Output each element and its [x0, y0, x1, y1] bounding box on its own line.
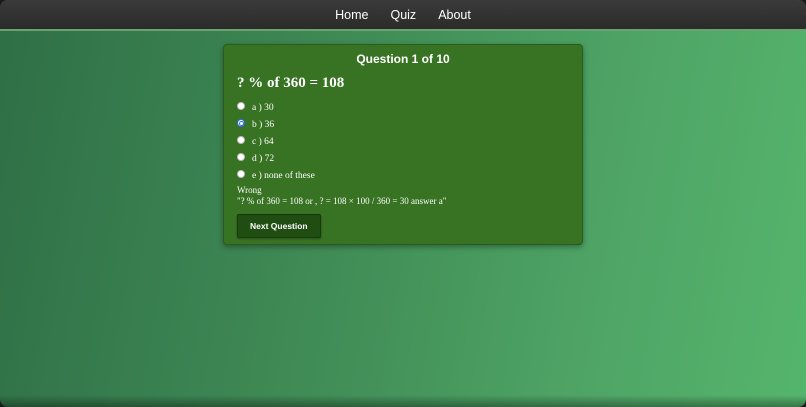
option-d-radio[interactable] — [237, 152, 245, 161]
option-b-radio[interactable] — [237, 119, 245, 128]
top-navbar: Home Quiz About — [0, 0, 806, 31]
app-window: Home Quiz About Question 1 of 10 ? % of … — [0, 0, 806, 407]
option-e-label: e ) none of these — [252, 170, 315, 181]
nav-link-about[interactable]: About — [438, 8, 471, 22]
option-a[interactable]: a ) 30 — [237, 100, 569, 117]
bottom-shadow — [0, 395, 806, 407]
option-b[interactable]: b ) 36 — [237, 117, 569, 134]
result-status: Wrong — [237, 184, 262, 195]
result-explanation: "? % of 360 = 108 or , ? = 108 × 100 / 3… — [237, 195, 447, 206]
option-e[interactable]: e ) none of these — [237, 167, 569, 184]
option-a-label: a ) 30 — [252, 103, 274, 114]
result-feedback: Wrong "? % of 360 = 108 or , ? = 108 × 1… — [237, 185, 569, 207]
option-c-label: c ) 64 — [252, 136, 274, 147]
option-d[interactable]: d ) 72 — [237, 150, 569, 167]
nav-link-quiz[interactable]: Quiz — [390, 8, 416, 22]
quiz-card: Question 1 of 10 ? % of 360 = 108 a ) 30… — [223, 44, 583, 245]
nav-link-home[interactable]: Home — [335, 8, 368, 22]
answer-options: a ) 30 b ) 36 c ) 64 d ) 72 e ) none of … — [237, 100, 569, 184]
option-a-radio[interactable] — [237, 102, 245, 111]
option-d-label: d ) 72 — [252, 153, 275, 164]
option-c[interactable]: c ) 64 — [237, 134, 569, 151]
option-c-radio[interactable] — [237, 135, 245, 144]
option-e-radio[interactable] — [237, 169, 245, 178]
option-b-label: b ) 36 — [252, 120, 275, 131]
next-question-button[interactable]: Next Question — [237, 213, 321, 238]
question-counter: Question 1 of 10 — [356, 52, 450, 66]
question-text: ? % of 360 = 108 — [237, 75, 345, 91]
